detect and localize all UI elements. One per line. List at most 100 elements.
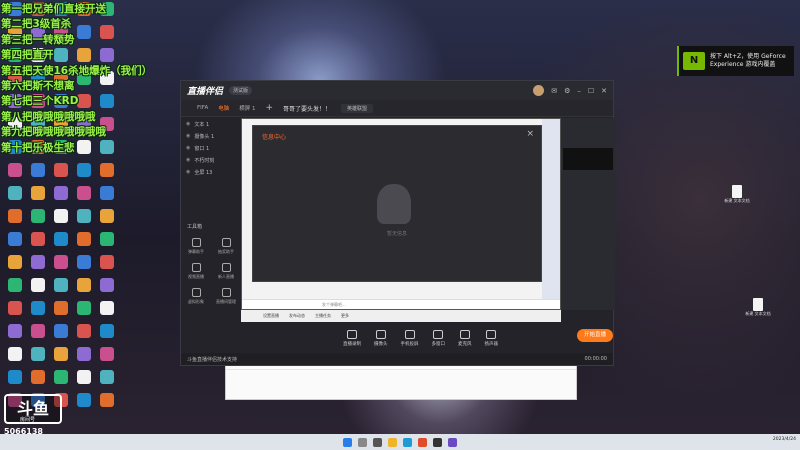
danmaku-line: 第三把一转颓势	[1, 33, 75, 46]
app-icon	[77, 370, 91, 384]
desktop-icon[interactable]	[94, 324, 120, 347]
app-icon	[31, 324, 45, 338]
app-icon[interactable]	[433, 437, 442, 447]
speaker-icon	[486, 329, 497, 339]
danmaku-line: 第一把兄弟们直接开送	[1, 3, 106, 15]
version-badge[interactable]: 测试版	[229, 86, 253, 95]
mail-icon[interactable]: ✉	[551, 87, 557, 95]
speaker-button[interactable]: 扬声器	[485, 329, 498, 347]
status-text: 斗鱼直播伴侣技术支持	[187, 356, 238, 363]
microphone-button[interactable]: 麦克风	[458, 329, 472, 347]
app-icon[interactable]	[418, 437, 427, 447]
tab-landscape[interactable]: 横屏 1	[239, 104, 255, 112]
danmaku-line: 第四把直开	[1, 49, 54, 62]
scene-item[interactable]: ◉ 文本 1	[181, 118, 241, 130]
app-icon[interactable]	[448, 437, 457, 447]
eye-icon[interactable]: ◉	[186, 121, 190, 130]
maximize-icon[interactable]: ☐	[588, 87, 594, 95]
eye-icon[interactable]: ◉	[186, 133, 190, 142]
source-tabbar: FIFA 电脑 横屏 1 + 哥哥了要头发！！ 英雄联盟	[181, 100, 613, 117]
tool-danmaku[interactable]: 弹幕助手	[181, 238, 211, 255]
avatar-icon	[191, 288, 201, 297]
eye-icon[interactable]: ◉	[186, 169, 190, 178]
tool-newbie[interactable]: 新人直播	[211, 263, 241, 280]
desktop-file-icon[interactable]: 新建 文本文档	[745, 298, 771, 316]
tool-room[interactable]: 直播间管理	[211, 288, 241, 305]
record-button[interactable]: 直播录制	[343, 329, 361, 347]
background-window	[225, 360, 577, 400]
eye-icon[interactable]: ◉	[186, 157, 190, 166]
app-icon	[31, 255, 45, 269]
app-icon	[77, 255, 91, 269]
empty-state-icon	[377, 184, 411, 224]
file-label: 新建 文本文档	[745, 311, 771, 316]
tab-fifa[interactable]: FIFA	[197, 105, 208, 111]
tab-computer[interactable]: 电脑	[218, 104, 229, 112]
start-icon[interactable]	[343, 437, 352, 447]
desktop-icon[interactable]	[94, 278, 120, 301]
app-icon	[77, 301, 91, 315]
scene-item[interactable]: ◉ 全屏 13	[181, 166, 241, 178]
category-select[interactable]: 英雄联盟	[341, 103, 374, 113]
stream-preview[interactable]: 信息中心 × 暂无信息 发个弹幕吧...	[241, 118, 561, 310]
bottom-item[interactable]: 设置直播	[263, 313, 279, 319]
phone-cast-button[interactable]: 手机投屏	[401, 329, 419, 347]
desktop-icon[interactable]	[94, 232, 120, 255]
desktop-icon[interactable]	[94, 255, 120, 278]
eye-icon[interactable]: ◉	[186, 145, 190, 154]
search-icon[interactable]	[358, 437, 367, 447]
desktop-icon[interactable]	[94, 209, 120, 232]
app-icon	[8, 370, 22, 384]
danmaku-icon	[191, 238, 201, 247]
close-icon[interactable]: ×	[526, 129, 534, 139]
app-icon	[31, 347, 45, 361]
desktop-icon[interactable]	[94, 163, 120, 186]
app-icon	[8, 232, 22, 246]
nvidia-notification[interactable]: N 按下 Alt+Z，使用 GeForce Experience 游戏内覆盖	[677, 46, 794, 76]
file-label: 新建 文本文档	[724, 198, 750, 203]
scene-item[interactable]: ◉ 不朽时刻	[181, 154, 241, 166]
file-icon	[753, 298, 763, 311]
scene-item[interactable]: ◉ 窗口 1	[181, 142, 241, 154]
tray-clock[interactable]: 2023/4/24	[773, 437, 796, 442]
avatar[interactable]	[533, 85, 545, 96]
gear-icon[interactable]: ⚙	[564, 87, 570, 95]
dialog-title: 信息中心	[262, 134, 287, 141]
streaming-app-window: 直播伴侣 测试版 ✉ ⚙ – ☐ ✕ FIFA 电脑 横屏 1 + 哥哥了要头发…	[180, 80, 615, 366]
app-titlebar: 直播伴侣 测试版 ✉ ⚙ – ☐ ✕	[181, 81, 613, 100]
camera-button[interactable]: 摄像头	[374, 329, 388, 347]
stream-controls: 直播录制 摄像头 手机投屏 多窗口 麦克风 扬声器	[281, 324, 615, 352]
desktop-file-icon[interactable]: 新建 文本文档	[724, 185, 750, 203]
desktop-icon[interactable]	[94, 347, 120, 370]
desktop-icon[interactable]	[94, 301, 120, 324]
edge-icon[interactable]	[403, 437, 412, 447]
bottom-item[interactable]: 更多	[341, 313, 349, 319]
multi-window-button[interactable]: 多窗口	[432, 329, 445, 347]
live-title[interactable]: 哥哥了要头发！！	[283, 104, 331, 113]
add-tab-icon[interactable]: +	[265, 103, 273, 113]
app-icon	[100, 324, 114, 338]
tool-video[interactable]: 视频直播	[181, 263, 211, 280]
desktop-icon[interactable]	[94, 393, 120, 416]
explorer-icon[interactable]	[388, 437, 397, 447]
close-icon[interactable]: ✕	[601, 87, 607, 95]
scene-item[interactable]: ◉ 摄像头 1	[181, 130, 241, 142]
tool-lottery[interactable]: 抽奖助手	[211, 238, 241, 255]
app-icon	[100, 232, 114, 246]
file-icon	[732, 185, 742, 198]
desktop-icon[interactable]	[94, 186, 120, 209]
chat-input[interactable]: 发个弹幕吧...	[242, 299, 560, 309]
task-view-icon[interactable]	[373, 437, 382, 447]
app-icon	[31, 186, 45, 200]
app-icon	[77, 324, 91, 338]
desktop-icon[interactable]	[94, 370, 120, 393]
start-live-button[interactable]: 开始直播	[577, 329, 613, 342]
minimize-icon[interactable]: –	[577, 87, 581, 95]
app-icon	[54, 186, 68, 200]
app-icon	[8, 255, 22, 269]
bottom-item[interactable]: 主播任务	[315, 313, 331, 319]
download-icon	[221, 263, 231, 272]
empty-state-text: 暂无信息	[386, 231, 407, 237]
bottom-item[interactable]: 发布动态	[289, 313, 305, 319]
tool-avatar[interactable]: 虚拟形象	[181, 288, 211, 305]
